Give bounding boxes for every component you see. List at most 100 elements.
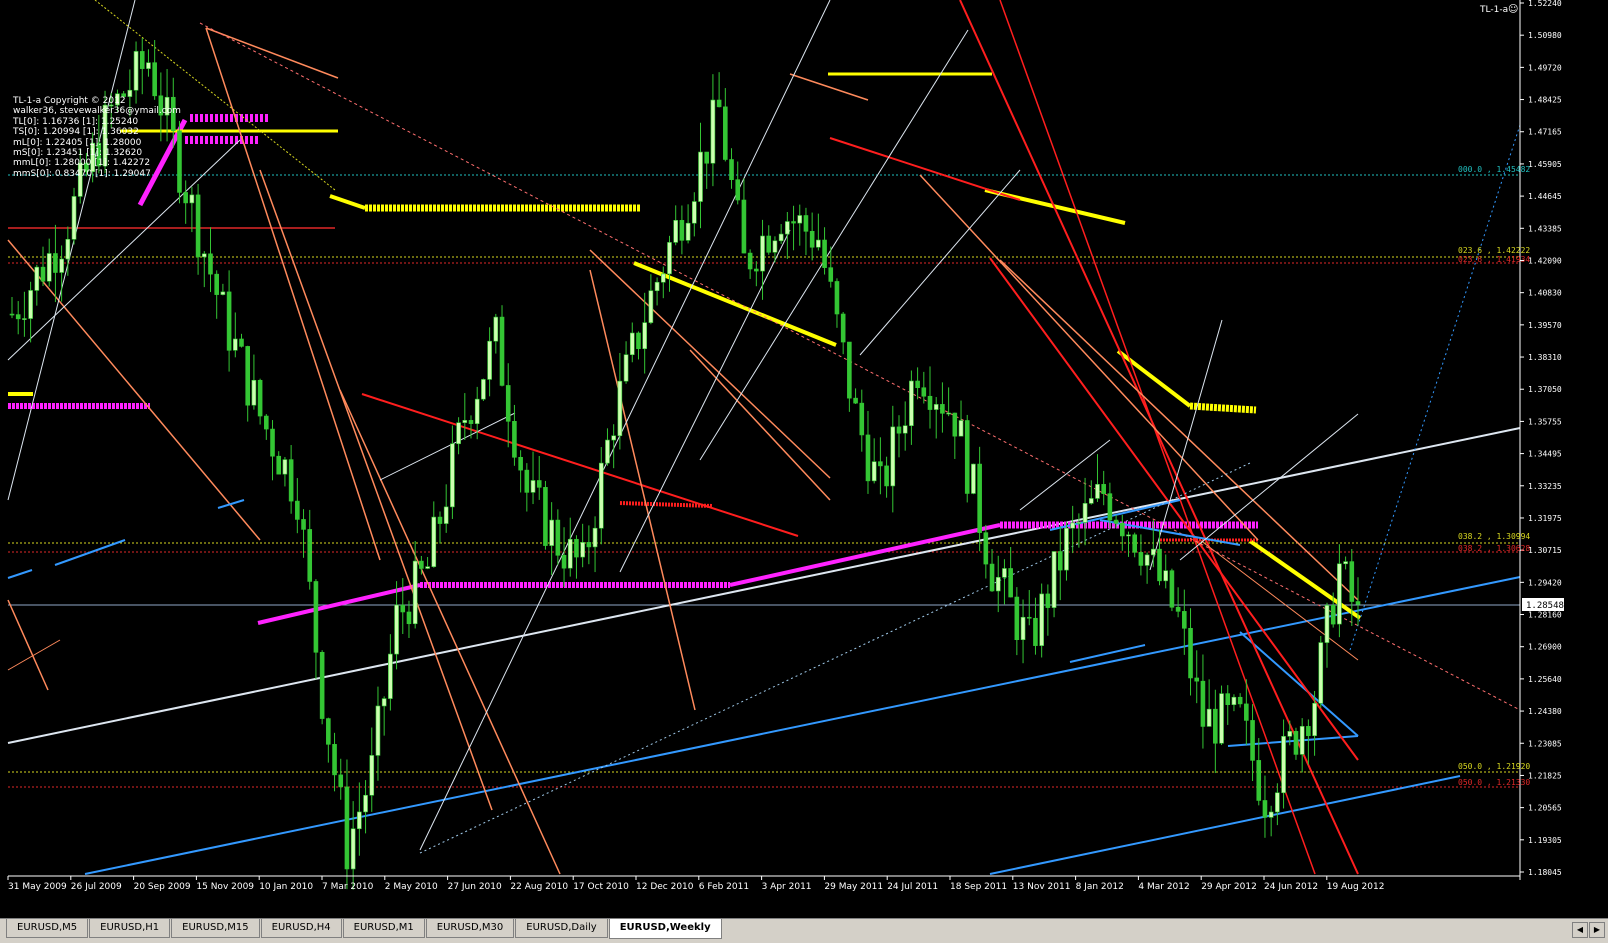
- price-tick-label: 1.42090: [1528, 256, 1562, 265]
- fib-label-382-yellow: 038.2 , 1.30994: [1458, 532, 1530, 541]
- candle-body: [1026, 616, 1032, 619]
- price-tick-label: 1.37050: [1528, 385, 1562, 394]
- price-tick-label: 1.28160: [1528, 611, 1562, 620]
- candle-body: [264, 415, 269, 430]
- time-tick-label: 31 May 2009: [8, 882, 67, 892]
- candle-body: [809, 231, 815, 248]
- candle-body: [183, 192, 188, 204]
- candle-body: [1213, 708, 1218, 744]
- price-tick-label: 1.35755: [1528, 417, 1562, 426]
- candle-body: [1126, 534, 1131, 537]
- candle-body: [326, 718, 331, 745]
- tab-eurusd-m15[interactable]: EURUSD,M15: [171, 919, 260, 938]
- candle-body: [1119, 522, 1125, 537]
- candle-body: [214, 273, 219, 295]
- time-tick-label: 18 Sep 2011: [950, 882, 1007, 892]
- candle-body: [921, 387, 927, 397]
- price-tick-label: 1.19305: [1528, 836, 1562, 845]
- indicator-name: TL-1-a: [1479, 5, 1508, 15]
- candle-body: [940, 404, 945, 414]
- price-tick-label: 1.50980: [1528, 31, 1562, 40]
- candle-body: [598, 462, 604, 529]
- candle-body: [9, 313, 15, 316]
- candle-body: [28, 290, 33, 319]
- candle-body: [133, 51, 139, 91]
- candle-body: [152, 62, 157, 97]
- candle-body: [270, 428, 275, 457]
- time-tick-label: 7 Mar 2010: [322, 882, 374, 892]
- tab-eurusd-m1[interactable]: EURUSD,M1: [342, 919, 425, 938]
- price-tick-label: 1.20565: [1528, 804, 1562, 813]
- candle-body: [543, 487, 548, 546]
- candle-body: [1182, 611, 1187, 629]
- candle-body: [785, 221, 790, 235]
- candle-body: [1219, 693, 1224, 744]
- candle-body: [1101, 484, 1106, 494]
- tab-eurusd-daily[interactable]: EURUSD,Daily: [515, 919, 608, 938]
- tab-eurusd-m5[interactable]: EURUSD,M5: [6, 919, 89, 938]
- candle-body: [189, 194, 195, 204]
- candle-body: [524, 469, 530, 493]
- candle-body: [884, 465, 889, 487]
- candle-body: [853, 397, 858, 404]
- time-tick-label: 13 Nov 2011: [1013, 882, 1071, 892]
- candle-body: [450, 443, 455, 508]
- price-chart[interactable]: 1.52240 1.50980 1.49720 1.48425 1.47165 1.459…: [0, 0, 1608, 918]
- chart-tab-bar: EURUSD,M5 EURUSD,H1 EURUSD,M15 EURUSD,H4…: [0, 918, 1608, 943]
- candle-body: [1237, 696, 1243, 705]
- candle-body: [592, 527, 598, 548]
- candle-body: [1138, 552, 1144, 566]
- price-tick-label: 1.40830: [1528, 289, 1562, 298]
- info-line: TL-1-a Copyright © 2012: [13, 96, 126, 106]
- candle-body: [425, 566, 430, 569]
- indicator-info: TL-1-a Copyright © 2012 walker36, stevew…: [13, 96, 181, 179]
- candle-body: [933, 404, 939, 410]
- scroll-left-icon[interactable]: ◀: [1572, 922, 1588, 938]
- candle-body: [729, 159, 734, 180]
- candle-body: [363, 794, 368, 813]
- candle-body: [1225, 693, 1231, 705]
- tab-eurusd-h4[interactable]: EURUSD,H4: [260, 919, 342, 938]
- price-tick-label: 1.30715: [1528, 546, 1562, 555]
- candle-body: [1175, 606, 1181, 612]
- candle-body: [1268, 811, 1274, 818]
- candle-body: [747, 252, 753, 270]
- candle-body: [555, 519, 561, 556]
- candle-body: [301, 519, 306, 530]
- candle-body: [859, 402, 865, 436]
- candle-body: [772, 240, 778, 253]
- tab-eurusd-weekly[interactable]: EURUSD,Weekly: [608, 919, 722, 939]
- time-tick-label: 6 Feb 2011: [699, 882, 749, 892]
- info-line: mmS[0]: 0.83470 [1]: 1.29047: [13, 168, 151, 179]
- candle-body: [766, 235, 772, 253]
- candle-body: [803, 215, 809, 232]
- tab-eurusd-h1[interactable]: EURUSD,H1: [89, 919, 171, 938]
- candle-body: [915, 380, 920, 389]
- candle-body: [704, 151, 710, 164]
- candle-body: [344, 786, 350, 870]
- candle-body: [1330, 605, 1336, 625]
- candle-body: [1045, 593, 1051, 608]
- candle-body: [530, 480, 536, 493]
- price-tick-label: 1.43385: [1528, 224, 1562, 233]
- candle-body: [437, 516, 443, 524]
- chart-area[interactable]: 1.52240 1.50980 1.49720 1.48425 1.47165 1.459…: [0, 0, 1608, 942]
- candle-body: [499, 316, 505, 386]
- price-tick-label: 1.31975: [1528, 514, 1562, 523]
- price-tick-label: 1.33235: [1528, 482, 1562, 491]
- fib-label-0: 000.0 , 1.45482: [1458, 165, 1530, 174]
- candle-body: [636, 332, 641, 350]
- candle-body: [443, 506, 449, 524]
- candle-body: [983, 532, 989, 565]
- candle-body: [146, 62, 151, 69]
- candle-body: [1312, 702, 1317, 737]
- candle-body: [239, 338, 244, 347]
- scroll-right-icon[interactable]: ▶: [1589, 922, 1605, 938]
- candle-body: [1132, 534, 1138, 553]
- time-tick-label: 24 Jul 2011: [887, 882, 938, 892]
- candle-body: [878, 461, 883, 467]
- candle-body: [549, 519, 554, 546]
- candle-body: [1318, 642, 1324, 704]
- candle-body: [778, 233, 784, 242]
- tab-eurusd-m30[interactable]: EURUSD,M30: [425, 919, 515, 938]
